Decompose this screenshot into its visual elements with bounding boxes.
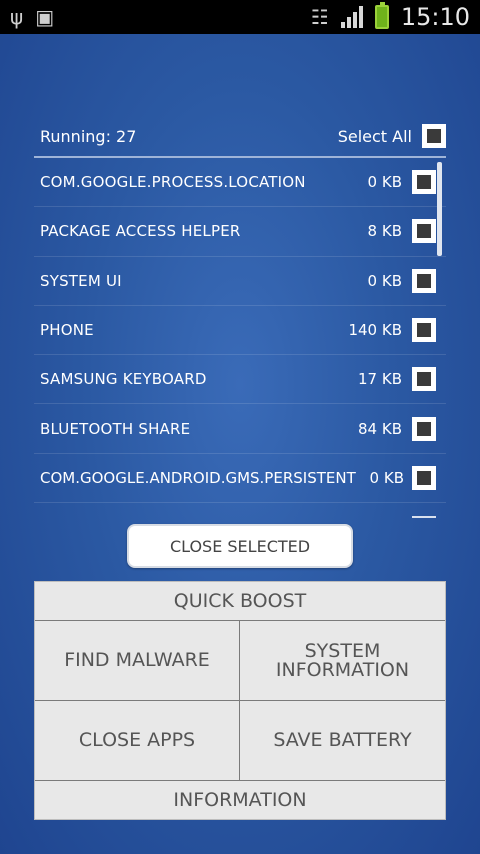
list-item[interactable]: PACKAGE ACCESS HELPER 8 KB <box>34 207 446 257</box>
battery-charging-icon <box>374 2 389 29</box>
process-name: PHONE <box>40 321 94 340</box>
save-battery-button[interactable]: SAVE BATTERY <box>240 701 445 781</box>
process-name: SYSTEM UI <box>40 271 122 290</box>
list-item[interactable]: COM.GOOGLE.PROCESS.LOCATION 0 KB <box>34 158 446 208</box>
process-checkbox[interactable] <box>412 268 436 293</box>
status-bar: ψ ▣ ☷ 15:10 <box>0 0 480 34</box>
list-item[interactable]: PHONE 140 KB <box>34 306 446 356</box>
process-name: COM.GOOGLE.PROCESS.LOCATION <box>40 173 306 192</box>
system-information-button[interactable]: SYSTEM INFORMATION <box>240 621 445 701</box>
process-list-header: Running: 27 Select All <box>34 116 446 156</box>
process-name: BLUETOOTH SHARE <box>40 419 191 438</box>
signal-icon <box>340 6 363 28</box>
process-checkbox[interactable] <box>412 465 436 490</box>
status-clock: 15:10 <box>400 3 470 31</box>
select-all-label: Select All <box>337 126 412 146</box>
process-name: COM.GOOGLE.ANDROID.GMS.PERSISTENT <box>40 468 356 487</box>
process-size: 84 KB <box>358 419 402 438</box>
select-all-control[interactable]: Select All <box>338 124 446 148</box>
status-bar-right: ☷ 15:10 <box>310 2 470 31</box>
process-checkbox[interactable] <box>412 219 436 244</box>
list-item[interactable]: SAMSUNG KEYBOARD 17 KB <box>34 355 446 405</box>
information-button[interactable]: INFORMATION <box>35 781 445 819</box>
process-name: SAMSUNG KEYBOARD <box>40 370 207 389</box>
sim-icon: ▣ <box>35 5 55 29</box>
process-size: 8 KB <box>367 222 402 241</box>
process-checkbox[interactable] <box>412 367 436 392</box>
process-size: 0 KB <box>369 468 404 487</box>
wifi-icon: ☷ <box>310 5 329 29</box>
process-size: 0 KB <box>367 271 402 290</box>
process-size: 0 KB <box>367 173 402 192</box>
usb-icon: ψ <box>10 5 24 29</box>
list-item[interactable]: BLUETOOTH SHARE 84 KB <box>34 404 446 454</box>
process-checkbox[interactable] <box>412 170 436 195</box>
process-checkbox[interactable] <box>412 416 436 441</box>
process-name: PACKAGE ACCESS HELPER <box>40 222 241 241</box>
close-selected-button[interactable]: CLOSE SELECTED <box>127 524 353 568</box>
quick-boost-button[interactable]: QUICK BOOST <box>35 582 445 621</box>
process-checkbox[interactable] <box>412 318 436 343</box>
list-overflow-marker <box>412 516 436 518</box>
running-count: Running: 27 <box>40 126 137 146</box>
select-all-checkbox[interactable] <box>422 124 446 148</box>
find-malware-button[interactable]: FIND MALWARE <box>35 621 240 701</box>
process-size: 17 KB <box>358 370 402 389</box>
close-apps-button[interactable]: CLOSE APPS <box>35 701 240 781</box>
list-scrollbar[interactable] <box>437 162 442 256</box>
process-list[interactable]: COM.GOOGLE.PROCESS.LOCATION 0 KB PACKAGE… <box>34 158 446 505</box>
process-size: 140 KB <box>348 321 402 340</box>
list-item[interactable]: COM.GOOGLE.ANDROID.GMS.PERSISTENT 0 KB <box>34 454 446 504</box>
status-bar-left: ψ ▣ <box>10 7 54 27</box>
action-menu: QUICK BOOST FIND MALWARE SYSTEM INFORMAT… <box>34 581 446 820</box>
list-item[interactable]: SYSTEM UI 0 KB <box>34 257 446 306</box>
